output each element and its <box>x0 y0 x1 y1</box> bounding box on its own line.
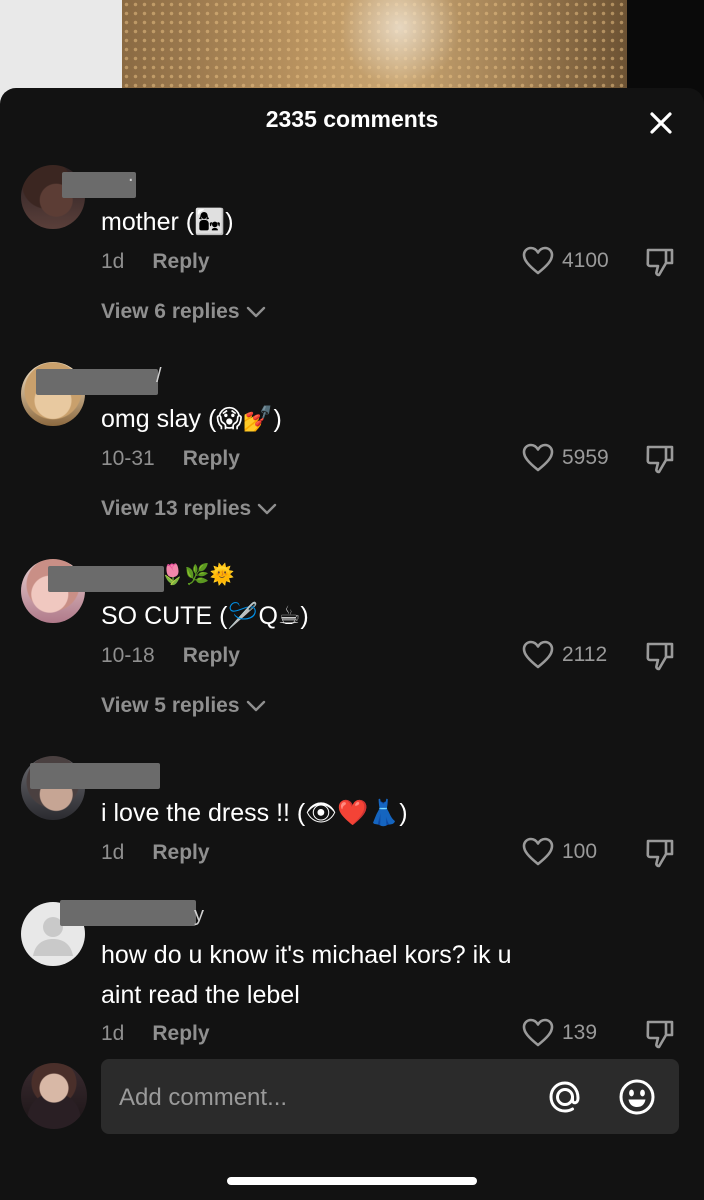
comment-input[interactable] <box>117 1059 521 1136</box>
chevron-down-icon <box>246 700 265 712</box>
like-count: 100 <box>562 840 598 863</box>
comment-date: 1d <box>101 250 125 273</box>
like-count: 2112 <box>562 643 608 666</box>
thumbs-down-icon <box>646 1020 674 1049</box>
heart-icon <box>522 640 554 669</box>
comment-item: 🌷🌿🌞 SO CUTE (🪡Q☕) 10-18 Reply 2112 View 5… <box>0 558 704 738</box>
username-tail: 🌷🌿🌞 <box>160 564 235 586</box>
like-count: 4100 <box>562 249 609 272</box>
heart-icon <box>522 1018 554 1047</box>
close-icon <box>650 112 672 134</box>
smiley-icon <box>619 1079 655 1115</box>
thumbs-down-icon <box>646 642 674 671</box>
comment-composer <box>0 1058 704 1138</box>
comment-item: . mother (👩‍👧) 1d Reply 4100 View 6 repli… <box>0 164 704 344</box>
username-tail: . <box>128 164 134 186</box>
comment-text-line2: aint read the lebel <box>101 981 300 1009</box>
view-replies-label: View 13 replies <box>101 497 252 520</box>
view-replies-label: View 5 replies <box>101 694 240 717</box>
view-replies-button[interactable]: View 5 replies <box>101 694 266 718</box>
comment-meta: 1d Reply <box>101 1022 210 1046</box>
username-redacted[interactable] <box>48 566 164 592</box>
like-count: 139 <box>562 1021 598 1044</box>
username-tail: / <box>156 365 162 387</box>
comment-text: i love the dress !! (👁❤️👗) <box>101 799 408 827</box>
reply-button[interactable]: Reply <box>183 644 240 667</box>
like-button[interactable]: 139 <box>522 1018 597 1048</box>
username-redacted[interactable] <box>30 763 160 789</box>
sheet-header: 2335 comments <box>0 88 704 154</box>
comment-meta: 10-18 Reply <box>101 644 240 668</box>
heart-icon <box>522 837 554 866</box>
comment-text-line1: how do u know it's michael kors? ik u <box>101 941 512 969</box>
dislike-button[interactable] <box>644 246 676 277</box>
chevron-down-icon <box>258 503 277 515</box>
reply-button[interactable]: Reply <box>152 250 209 273</box>
at-icon <box>549 1081 580 1113</box>
comment-text: omg slay (😱💅) <box>101 405 282 433</box>
view-replies-button[interactable]: View 13 replies <box>101 497 277 521</box>
comment-meta: 10-31 Reply <box>101 447 240 471</box>
username-redacted[interactable] <box>62 172 136 198</box>
dislike-button[interactable] <box>644 443 676 474</box>
comment-date: 1d <box>101 1022 125 1045</box>
reply-button[interactable]: Reply <box>152 1022 209 1045</box>
view-replies-button[interactable]: View 6 replies <box>101 300 266 324</box>
dislike-button[interactable] <box>644 1018 676 1049</box>
username-tail: y <box>194 904 204 926</box>
comment-date: 10-31 <box>101 447 155 470</box>
home-indicator <box>227 1177 477 1185</box>
username-redacted[interactable] <box>36 369 158 395</box>
comment-item: y how do u know it's michael kors? ik u … <box>0 898 704 1058</box>
reply-button[interactable]: Reply <box>183 447 240 470</box>
comment-count: 2335 comments <box>265 106 439 132</box>
my-avatar[interactable] <box>21 1063 87 1129</box>
comment-meta: 1d Reply <box>101 841 210 865</box>
comment-input-box <box>101 1059 679 1136</box>
close-button[interactable] <box>646 108 676 138</box>
comment-meta: 1d Reply <box>101 250 210 274</box>
like-button[interactable]: 4100 <box>522 246 609 276</box>
comment-date: 1d <box>101 841 125 864</box>
mention-button[interactable] <box>545 1077 585 1117</box>
thumbs-down-icon <box>646 248 674 277</box>
comment-item: / omg slay (😱💅) 10-31 Reply 5959 View 13 … <box>0 361 704 541</box>
like-button[interactable]: 5959 <box>522 443 609 473</box>
like-button[interactable]: 100 <box>522 837 597 867</box>
heart-icon <box>522 246 554 275</box>
comment-text: SO CUTE (🪡Q☕) <box>101 602 309 630</box>
chevron-down-icon <box>246 306 265 318</box>
comment-text: mother (👩‍👧) <box>101 208 234 236</box>
like-count: 5959 <box>562 446 609 469</box>
view-replies-label: View 6 replies <box>101 300 240 323</box>
reply-button[interactable]: Reply <box>152 841 209 864</box>
thumbs-down-icon <box>646 839 674 868</box>
dislike-button[interactable] <box>644 837 676 868</box>
comment-item: i love the dress !! (👁❤️👗) 1d Reply 100 <box>0 755 704 885</box>
comments-sheet: 2335 comments . mother (👩‍👧) 1d Reply 410… <box>0 88 704 1200</box>
emoji-button[interactable] <box>617 1077 657 1117</box>
dislike-button[interactable] <box>644 640 676 671</box>
thumbs-down-icon <box>646 445 674 474</box>
username-redacted[interactable] <box>60 900 196 926</box>
heart-icon <box>522 443 554 472</box>
like-button[interactable]: 2112 <box>522 640 607 670</box>
comment-date: 10-18 <box>101 644 155 667</box>
